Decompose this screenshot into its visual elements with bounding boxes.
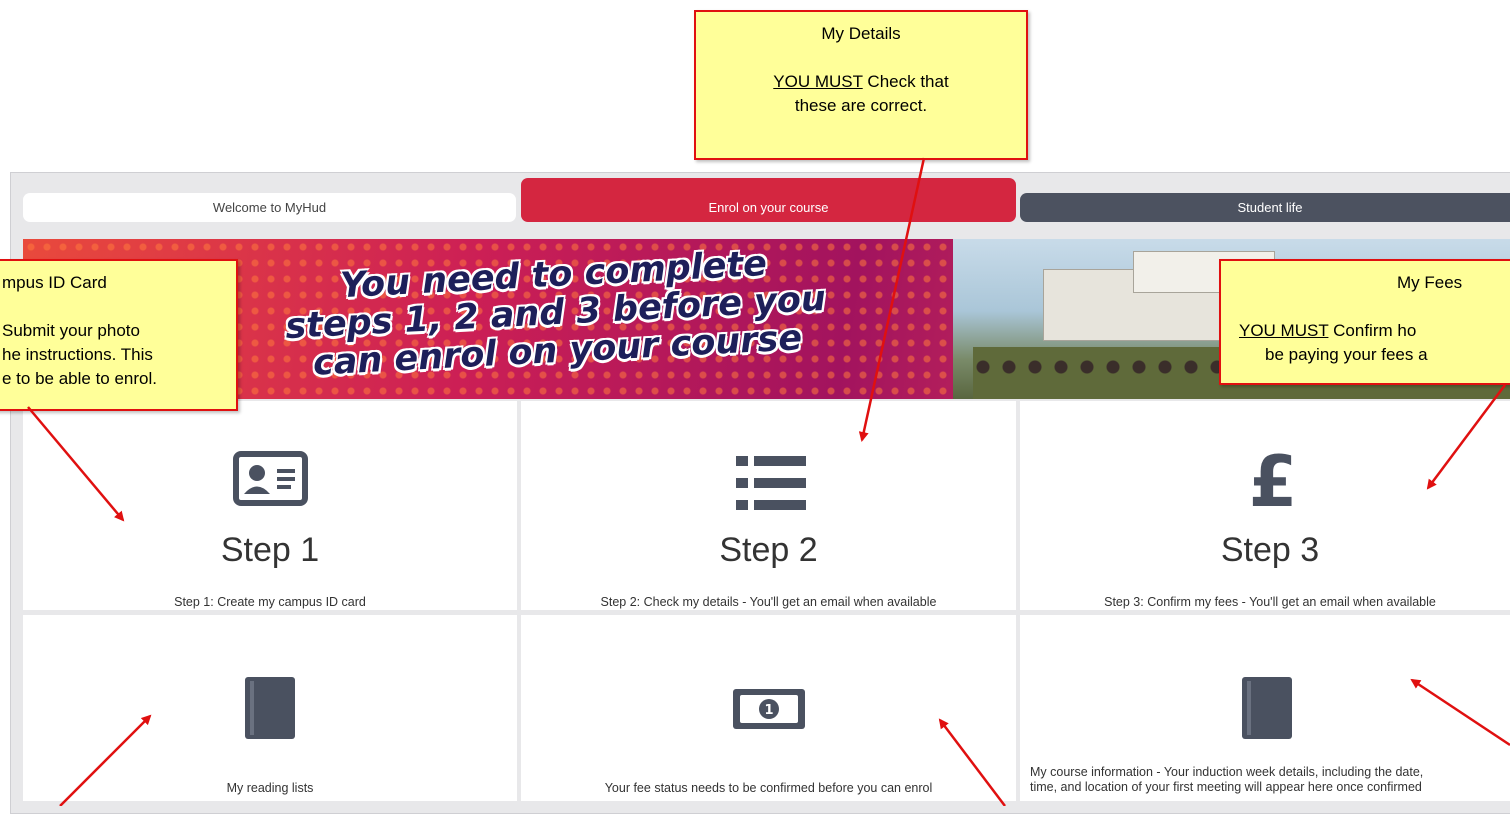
tile-description-line: time, and location of your first meeting… (1030, 780, 1422, 794)
callout-text: be paying your fees a (1265, 345, 1428, 364)
tile-description: My course information - Your induction w… (1030, 765, 1510, 795)
tile-step-1[interactable]: Step 1 Step 1: Create my campus ID card (23, 401, 517, 610)
tab-student-life[interactable]: Student life (1020, 193, 1510, 222)
tab-enrol-label: Enrol on your course (708, 200, 829, 215)
callout-campus-id-card: mpus ID Card Submit your photo he instru… (0, 259, 238, 411)
step-title: Step 2 (719, 531, 818, 569)
step-title: Step 1 (220, 531, 320, 569)
tile-reading-lists[interactable]: My reading lists (23, 615, 517, 801)
callout-title: My Fees (1397, 273, 1463, 292)
id-card-icon (233, 451, 308, 506)
step-description: Step 2: Check my details - You'll get an… (600, 595, 937, 609)
book-icon (1242, 677, 1292, 739)
callout-emphasis: YOU MUST (773, 72, 863, 91)
callout-text-part: Check that (862, 72, 949, 91)
callout-text: Submit your photo (2, 321, 140, 340)
tile-description-line: My course information - Your induction w… (1030, 765, 1424, 779)
callout-text: YOU MUST Check that (696, 70, 1026, 94)
tile-step-3[interactable]: £ Step 3 Step 3: Confirm my fees - You'l… (1020, 401, 1510, 610)
callout-text: these are correct. (794, 96, 928, 115)
svg-text:1: 1 (764, 703, 773, 718)
callout-title: mpus ID Card (2, 273, 107, 292)
step-title: Step 3 (1220, 531, 1320, 569)
callout-my-details: My Details YOU MUST Check that these are… (694, 10, 1028, 160)
svg-text:£: £ (1249, 446, 1298, 511)
book-icon (245, 677, 295, 739)
callout-text: he instructions. This (2, 345, 153, 364)
money-icon: 1 (733, 689, 805, 729)
callout-my-fees: My Fees YOU MUST Confirm ho be paying yo… (1219, 259, 1510, 385)
tile-step-2[interactable]: Step 2 Step 2: Check my details - You'll… (521, 401, 1016, 610)
callout-title: My Details (821, 24, 901, 43)
banner-headline: You need to complete steps 1, 2 and 3 be… (282, 242, 828, 384)
tab-enrol[interactable]: Enrol on your course (521, 178, 1016, 222)
pound-icon: £ (1249, 446, 1298, 511)
tile-description: Your fee status needs to be confirmed be… (604, 781, 933, 795)
tile-description: My reading lists (226, 781, 314, 795)
callout-text-part: Confirm ho (1328, 321, 1417, 340)
step-description: Step 3: Confirm my fees - You'll get an … (1104, 595, 1436, 609)
tab-welcome[interactable]: Welcome to MyHud (23, 193, 516, 222)
tile-course-information[interactable]: My course information - Your induction w… (1020, 615, 1510, 801)
callout-text: e to be able to enrol. (2, 369, 158, 388)
tile-fee-status[interactable]: 1 Your fee status needs to be confirmed … (521, 615, 1016, 801)
callout-emphasis: YOU MUST (1239, 321, 1329, 340)
list-icon (736, 456, 806, 510)
callout-text: YOU MUST Confirm ho (1221, 319, 1510, 343)
step-description: Step 1: Create my campus ID card (174, 595, 366, 609)
